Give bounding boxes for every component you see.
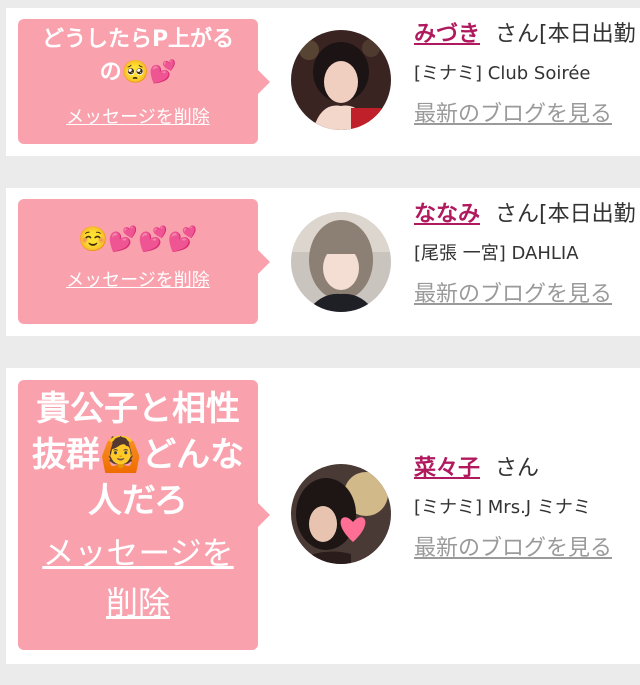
name-row: ななみ さん[本日出勤 bbox=[414, 200, 636, 230]
delete-message-link[interactable]: メッセージを削除 bbox=[33, 528, 243, 628]
member-name-link[interactable]: みづき bbox=[414, 22, 480, 47]
honorific: さん bbox=[495, 22, 540, 47]
work-status: [本日出勤 bbox=[539, 22, 636, 47]
latest-blog-link[interactable]: 最新のブログを見る bbox=[414, 280, 612, 310]
shop-name: [尾張 一宮] DAHLIA bbox=[414, 243, 579, 264]
avatar[interactable] bbox=[291, 30, 391, 130]
honorific: さん bbox=[495, 456, 540, 481]
message-bubble: 貴公子と相性抜群🙆どんな人だろ メッセージを削除 bbox=[18, 380, 270, 650]
member-info: 菜々子 さん [ミナミ] Mrs.J ミナミ 最新のブログを見る bbox=[414, 454, 612, 564]
work-status: [本日出勤 bbox=[539, 202, 636, 227]
message-text: 貴公子と相性抜群🙆どんな人だろ bbox=[31, 389, 245, 521]
message-bubble: どうしたらP上がるの🥺💕 メッセージを削除 bbox=[18, 19, 270, 144]
member-info: ななみ さん[本日出勤 [尾張 一宮] DAHLIA 最新のブログを見る bbox=[414, 200, 636, 310]
member-info: みづき さん[本日出勤 [ミナミ] Club Soirée 最新のブログを見る bbox=[414, 20, 636, 130]
honorific: さん bbox=[495, 202, 540, 227]
member-name-link[interactable]: 菜々子 bbox=[414, 456, 480, 481]
delete-message-link[interactable]: メッセージを削除 bbox=[66, 266, 210, 292]
message-card: 貴公子と相性抜群🙆どんな人だろ メッセージを削除 菜々子 さん [ミナミ] Mr… bbox=[6, 368, 640, 664]
latest-blog-link[interactable]: 最新のブログを見る bbox=[414, 100, 612, 130]
avatar[interactable] bbox=[291, 212, 391, 312]
message-bubble: ☺️💕💕💕 メッセージを削除 bbox=[18, 199, 270, 324]
name-row: みづき さん[本日出勤 bbox=[414, 20, 636, 50]
shop-name: [ミナミ] Club Soirée bbox=[414, 63, 591, 84]
name-row: 菜々子 さん bbox=[414, 454, 612, 484]
shop-name: [ミナミ] Mrs.J ミナミ bbox=[414, 497, 591, 518]
member-name-link[interactable]: ななみ bbox=[414, 202, 480, 227]
avatar[interactable] bbox=[291, 464, 391, 564]
message-text: どうしたらP上がるの🥺💕 bbox=[41, 27, 235, 85]
latest-blog-link[interactable]: 最新のブログを見る bbox=[414, 534, 612, 564]
message-text: ☺️💕💕💕 bbox=[78, 225, 198, 253]
message-card: ☺️💕💕💕 メッセージを削除 ななみ さん[本日出勤 [尾張 一宮] DAHLI… bbox=[6, 188, 640, 336]
delete-message-link[interactable]: メッセージを削除 bbox=[66, 103, 210, 129]
message-card: どうしたらP上がるの🥺💕 メッセージを削除 みづき さん[本日出勤 [ミナミ] … bbox=[6, 8, 640, 156]
